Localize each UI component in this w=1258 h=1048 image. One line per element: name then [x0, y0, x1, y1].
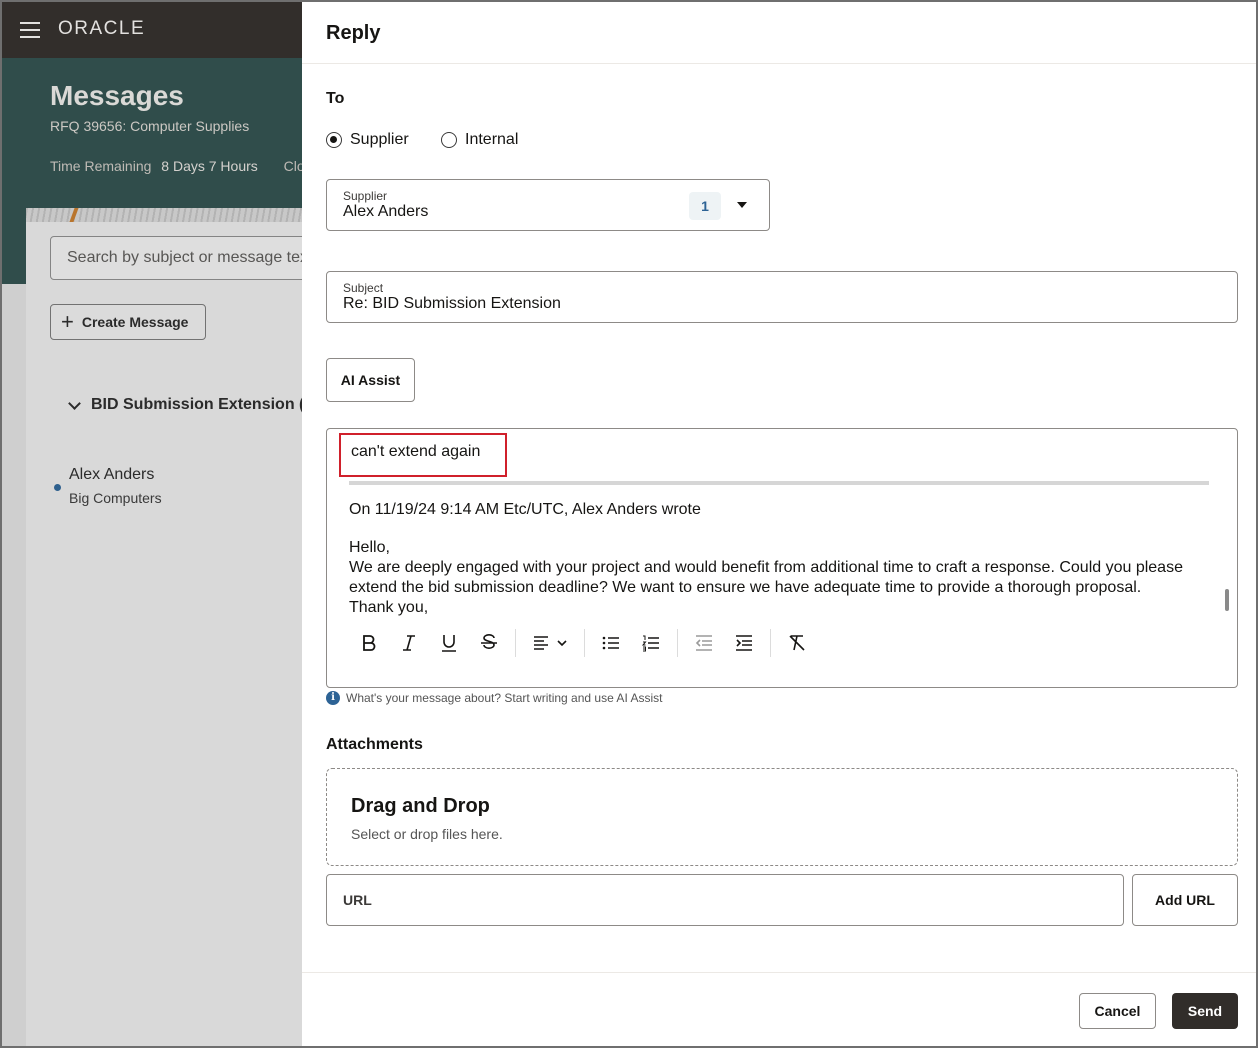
selected-count-badge: 1: [689, 192, 721, 220]
cancel-button[interactable]: Cancel: [1079, 993, 1156, 1029]
helper-hint-text: What's your message about? Start writing…: [346, 691, 663, 705]
radio-supplier-label: Supplier: [350, 131, 409, 148]
new-message-text[interactable]: can't extend again: [351, 443, 480, 461]
divider: [302, 972, 1256, 973]
helper-hint: i What's your message about? Start writi…: [326, 691, 662, 705]
quote-line: Hello,: [349, 539, 390, 556]
bold-icon[interactable]: [349, 625, 389, 661]
italic-icon[interactable]: [389, 625, 429, 661]
clear-format-icon[interactable]: [777, 625, 817, 661]
modal-overlay: [2, 2, 302, 1046]
caret-down-icon[interactable]: [737, 202, 747, 208]
quote-line: We are deeply engaged with your project …: [349, 559, 1183, 576]
supplier-field-label: Supplier: [343, 189, 388, 203]
subject-field[interactable]: Subject Re: BID Submission Extension: [326, 271, 1238, 323]
radio-unselected-icon: [441, 132, 457, 148]
toolbar-separator: [770, 629, 771, 657]
formatting-toolbar: [349, 625, 817, 661]
subject-field-value: Re: BID Submission Extension: [343, 295, 561, 312]
info-icon: i: [326, 691, 340, 705]
message-body-editor[interactable]: can't extend again On 11/19/24 9:14 AM E…: [326, 428, 1238, 688]
quote-line: extend the bid submission deadline? We w…: [349, 579, 1142, 596]
subject-field-label: Subject: [343, 281, 384, 295]
dropzone-subtitle: Select or drop files here.: [351, 826, 503, 842]
file-dropzone[interactable]: Drag and Drop Select or drop files here.: [326, 768, 1238, 866]
reply-drawer: Reply To Supplier Internal Supplier Alex…: [302, 2, 1256, 1046]
add-url-button[interactable]: Add URL: [1132, 874, 1238, 926]
strikethrough-icon[interactable]: [469, 625, 509, 661]
attachments-label: Attachments: [326, 736, 423, 753]
send-button[interactable]: Send: [1172, 993, 1238, 1029]
background-page: ORACLE Messages RFQ 39656: Computer Supp…: [2, 2, 302, 1046]
supplier-field-value: Alex Anders: [343, 203, 429, 220]
quote-header: On 11/19/24 9:14 AM Etc/UTC, Alex Anders…: [349, 501, 701, 518]
ai-assist-button[interactable]: AI Assist: [326, 358, 415, 402]
indent-icon[interactable]: [724, 625, 764, 661]
outdent-icon[interactable]: [684, 625, 724, 661]
toolbar-separator: [584, 629, 585, 657]
quote-line: Thank you,: [349, 599, 429, 616]
dropzone-title: Drag and Drop: [351, 795, 490, 817]
toolbar-separator: [677, 629, 678, 657]
align-icon[interactable]: [522, 625, 578, 661]
radio-supplier[interactable]: Supplier: [326, 131, 409, 149]
radio-internal-label: Internal: [465, 131, 519, 148]
numbered-list-icon[interactable]: [631, 625, 671, 661]
url-input[interactable]: URL: [326, 874, 1124, 926]
drawer-title: Reply: [326, 22, 381, 44]
bullet-list-icon[interactable]: [591, 625, 631, 661]
radio-internal[interactable]: Internal: [441, 131, 518, 149]
divider: [302, 63, 1256, 64]
supplier-select[interactable]: Supplier Alex Anders 1: [326, 179, 770, 231]
toolbar-separator: [515, 629, 516, 657]
underline-icon[interactable]: [429, 625, 469, 661]
editor-scrollbar[interactable]: [1225, 589, 1229, 611]
to-label: To: [326, 90, 345, 107]
quote-divider: [349, 481, 1209, 485]
radio-selected-icon: [326, 132, 342, 148]
